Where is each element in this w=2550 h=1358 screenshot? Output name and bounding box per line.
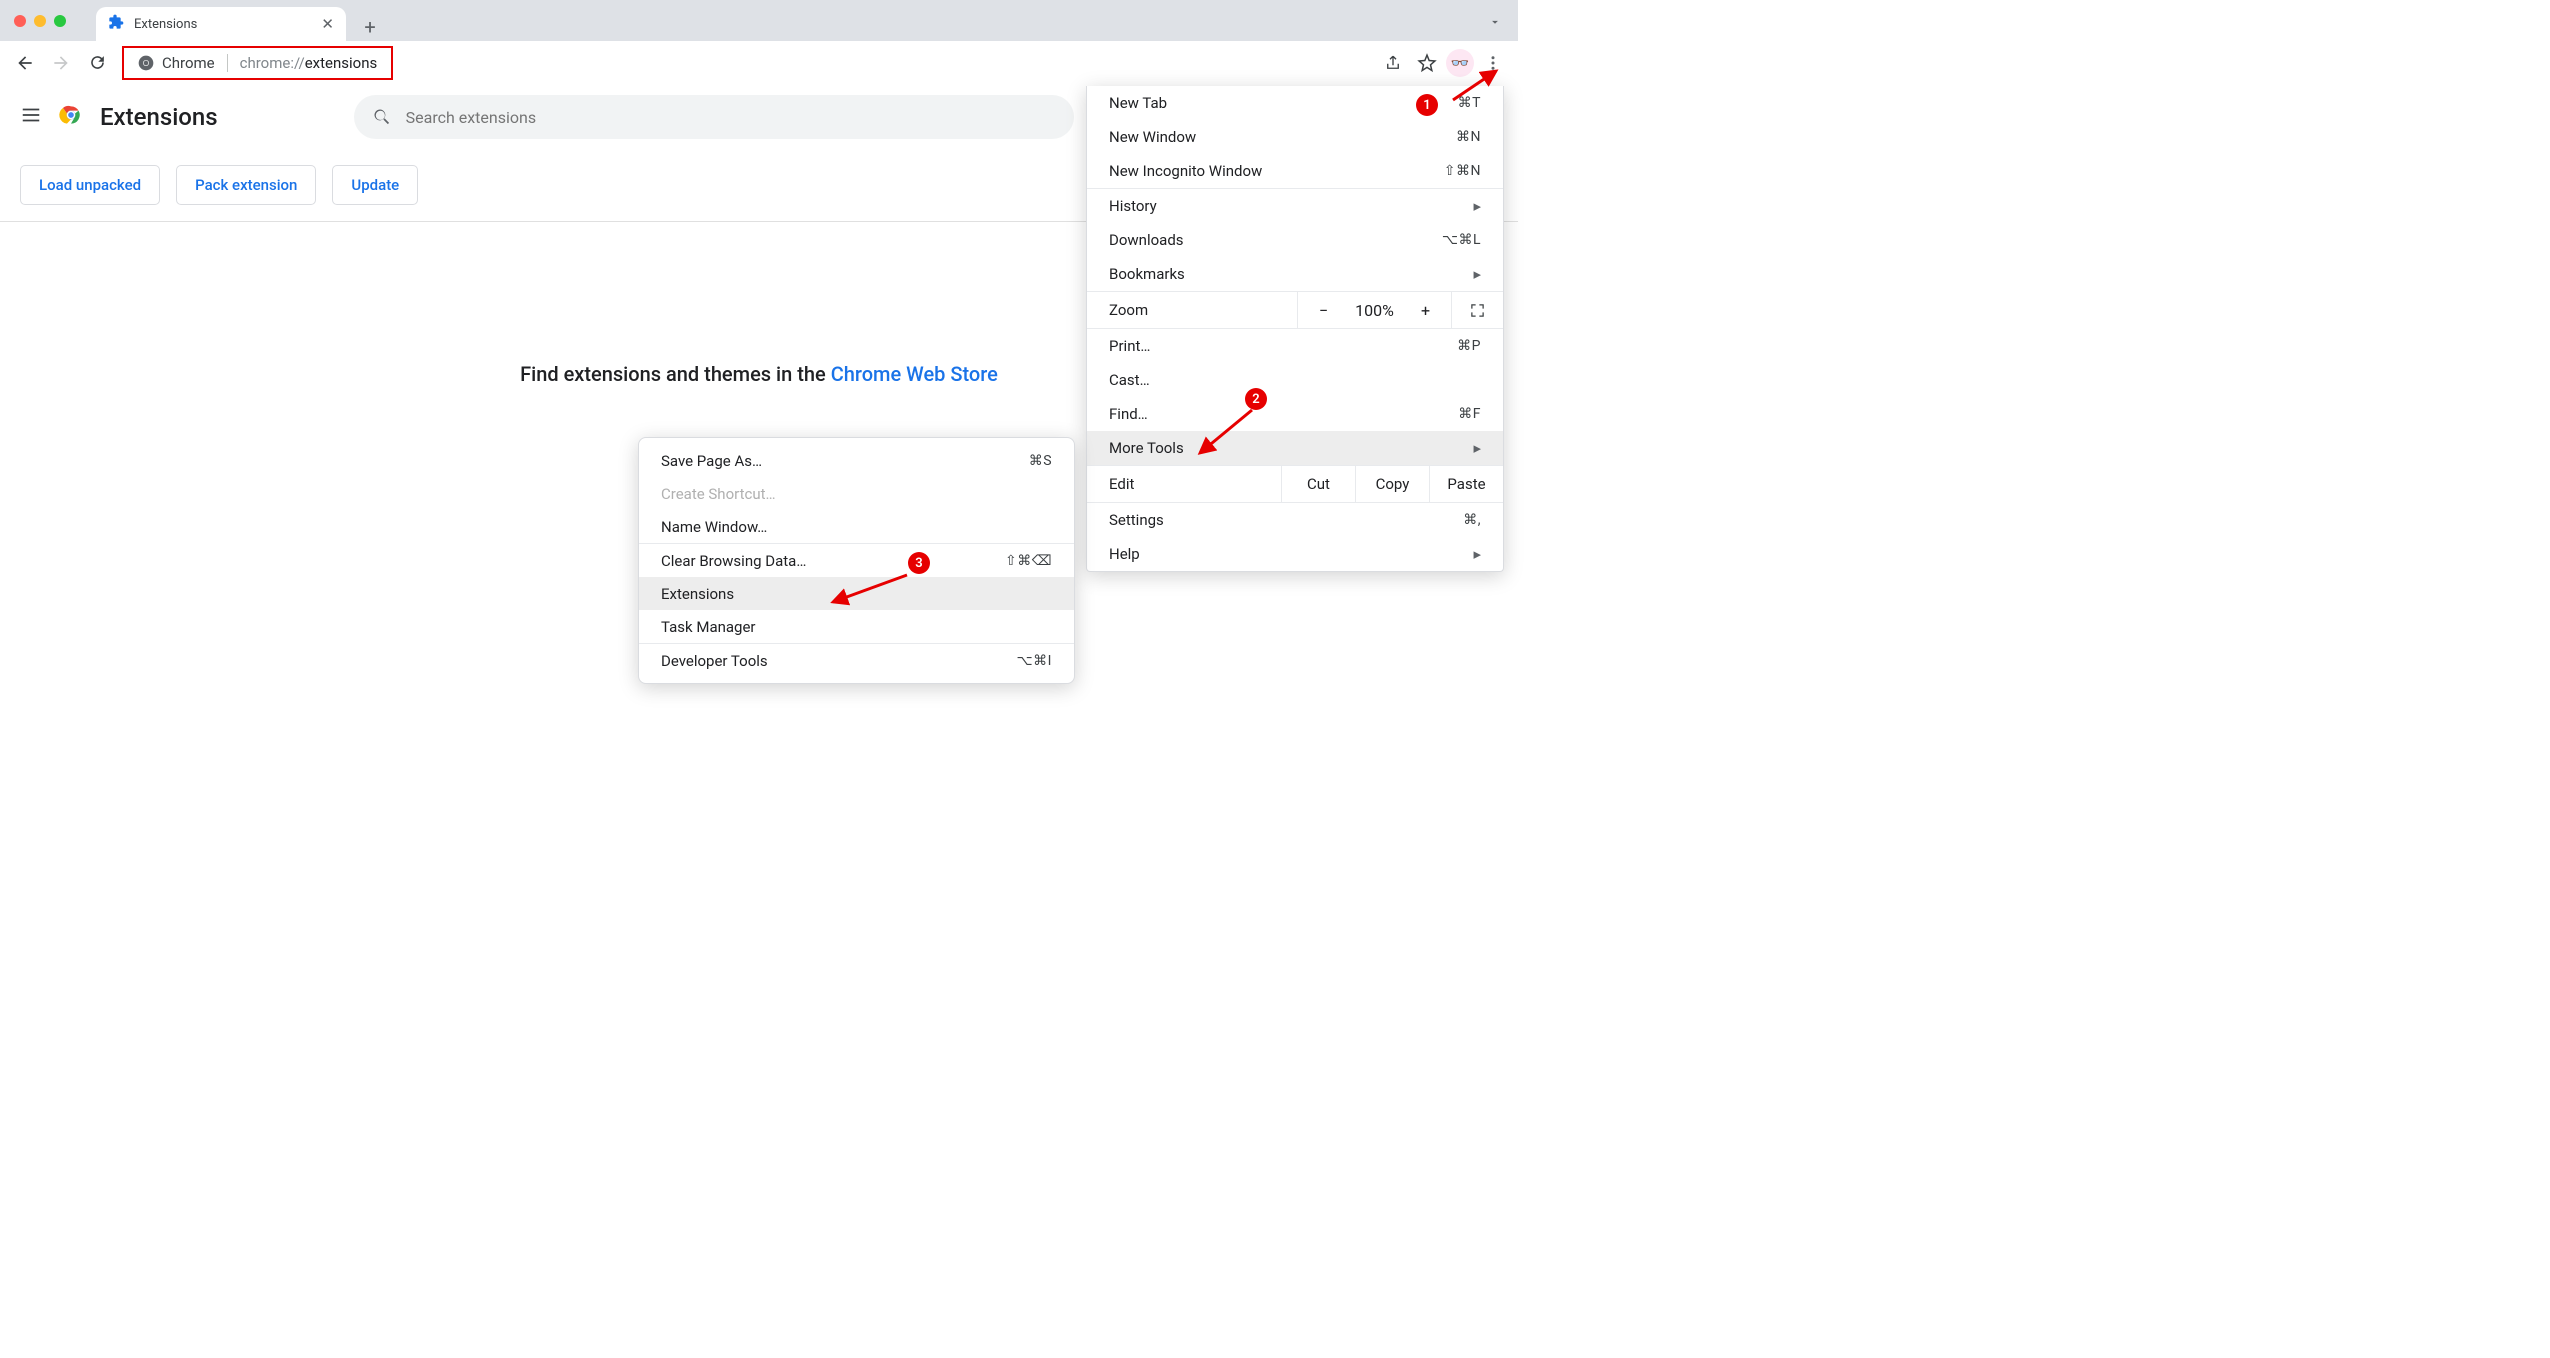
submenu-save-as[interactable]: Save Page As…⌘S [639, 444, 1074, 477]
menu-incognito[interactable]: New Incognito Window⇧⌘N [1087, 154, 1503, 188]
chrome-icon [138, 55, 154, 71]
menu-settings[interactable]: Settings⌘, [1087, 503, 1503, 537]
zoom-in-button[interactable]: + [1400, 292, 1451, 328]
load-unpacked-button[interactable]: Load unpacked [20, 165, 160, 205]
chevron-right-icon: ▸ [1473, 265, 1481, 283]
menu-new-tab[interactable]: New Tab⌘T [1087, 86, 1503, 120]
chrome-logo-icon [58, 102, 84, 132]
site-chip-label: Chrome [162, 54, 215, 72]
submenu-name-window[interactable]: Name Window… [639, 510, 1074, 543]
menu-help[interactable]: Help▸ [1087, 537, 1503, 571]
chrome-main-menu: New Tab⌘T New Window⌘N New Incognito Win… [1086, 86, 1504, 572]
annotation-arrow-1 [1448, 65, 1508, 105]
back-button[interactable] [10, 48, 40, 78]
chip-divider [227, 54, 228, 72]
search-input[interactable] [406, 108, 1056, 127]
menu-paste[interactable]: Paste [1429, 466, 1503, 502]
zoom-value: 100% [1349, 292, 1400, 328]
pack-extension-button[interactable]: Pack extension [176, 165, 316, 205]
annotation-arrow-2 [1192, 405, 1262, 460]
update-button[interactable]: Update [332, 165, 418, 205]
menu-edit-row: Edit Cut Copy Paste [1087, 466, 1503, 502]
traffic-lights [14, 15, 66, 27]
site-chip[interactable]: Chrome [138, 54, 215, 72]
menu-find[interactable]: Find…⌘F [1087, 397, 1503, 431]
menu-downloads[interactable]: Downloads⌥⌘L [1087, 223, 1503, 257]
hamburger-icon[interactable] [20, 104, 42, 130]
fullscreen-icon[interactable] [1451, 292, 1503, 328]
menu-print[interactable]: Print…⌘P [1087, 329, 1503, 363]
tab-close-icon[interactable]: ✕ [321, 15, 334, 33]
submenu-create-shortcut: Create Shortcut… [639, 477, 1074, 510]
menu-cast[interactable]: Cast… [1087, 363, 1503, 397]
menu-more-tools[interactable]: More Tools▸ [1087, 431, 1503, 465]
annotation-arrow-3 [825, 570, 915, 610]
search-icon [372, 107, 392, 127]
url-display: chrome://extensions [240, 54, 378, 72]
chevron-right-icon: ▸ [1473, 545, 1481, 563]
menu-zoom: Zoom − 100% + [1087, 292, 1503, 328]
annotation-badge-2: 2 [1245, 388, 1267, 410]
zoom-out-button[interactable]: − [1298, 292, 1349, 328]
puzzle-icon [108, 14, 124, 34]
annotation-badge-1: 1 [1416, 94, 1438, 116]
submenu-task-manager[interactable]: Task Manager [639, 610, 1074, 643]
window-close-button[interactable] [14, 15, 26, 27]
chevron-right-icon: ▸ [1473, 439, 1481, 457]
star-icon[interactable] [1412, 48, 1442, 78]
reload-button[interactable] [82, 48, 112, 78]
tab-title: Extensions [134, 17, 197, 32]
menu-history[interactable]: History▸ [1087, 189, 1503, 223]
submenu-dev-tools[interactable]: Developer Tools⌥⌘I [639, 644, 1074, 677]
annotation-badge-3: 3 [908, 552, 930, 574]
web-store-link[interactable]: Chrome Web Store [831, 362, 998, 386]
menu-new-window[interactable]: New Window⌘N [1087, 120, 1503, 154]
menu-copy[interactable]: Copy [1355, 466, 1429, 502]
window-minimize-button[interactable] [34, 15, 46, 27]
menu-cut[interactable]: Cut [1281, 466, 1355, 502]
browser-toolbar: Chrome chrome://extensions 👓 [0, 41, 1518, 85]
page-title: Extensions [100, 103, 218, 131]
address-bar[interactable]: Chrome chrome://extensions [122, 46, 393, 80]
forward-button[interactable] [46, 48, 76, 78]
tabs-dropdown-icon[interactable] [1488, 14, 1502, 33]
more-tools-submenu: Save Page As…⌘S Create Shortcut… Name Wi… [638, 437, 1075, 684]
menu-bookmarks[interactable]: Bookmarks▸ [1087, 257, 1503, 291]
chevron-right-icon: ▸ [1473, 197, 1481, 215]
window-titlebar: Extensions ✕ + [0, 0, 1518, 41]
new-tab-button[interactable]: + [356, 13, 384, 41]
browser-tab[interactable]: Extensions ✕ [96, 7, 346, 41]
search-field[interactable] [354, 95, 1074, 139]
share-icon[interactable] [1378, 48, 1408, 78]
tab-strip: Extensions ✕ + [96, 0, 384, 41]
window-maximize-button[interactable] [54, 15, 66, 27]
